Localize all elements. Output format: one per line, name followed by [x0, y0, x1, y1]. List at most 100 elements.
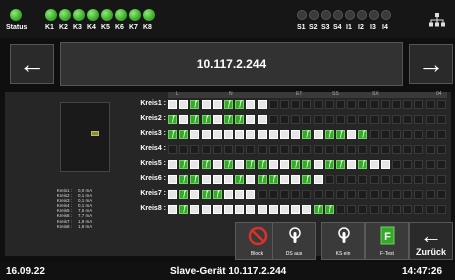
status-led: [10, 9, 22, 21]
input-label-i1: I1: [346, 24, 352, 31]
kreis-cell: [280, 190, 289, 199]
kreis-cell: [403, 175, 413, 184]
kreis-cell: [358, 100, 368, 109]
kreis-cell: [336, 159, 345, 169]
kreis-cell: [380, 115, 390, 124]
kreis-cell: [336, 190, 345, 199]
kreis-label-7: Kreis7 :: [140, 190, 166, 197]
kreis-cell: [168, 190, 177, 199]
kreis-cell: [291, 190, 301, 199]
kreis-cell: [380, 160, 390, 169]
kreis-cell: [414, 190, 424, 199]
kreis-cell: [392, 100, 401, 109]
kreis-cell: [280, 160, 289, 169]
kreis-cell: [246, 115, 256, 124]
kreis-cell: [201, 159, 211, 169]
f-test-button[interactable]: F F-Test: [365, 222, 409, 260]
relay-led-k5: [101, 9, 113, 21]
kreis-cell: [224, 175, 233, 184]
grid-header-tick: 04: [436, 91, 442, 97]
kreis-cell: [280, 100, 289, 109]
footer-time: 14:47:26: [402, 266, 443, 277]
kreis-cell: [235, 145, 245, 154]
relay-label-k4: K4: [87, 24, 96, 31]
kreis-cell: [324, 204, 334, 214]
kreis-cell: [347, 115, 357, 124]
kreis-cell: [201, 189, 211, 199]
relay-led-k1: [45, 9, 57, 21]
kreis-cell: [168, 114, 177, 124]
ds-aus-button[interactable]: DS aus: [272, 222, 316, 260]
kreis-cell: [414, 100, 424, 109]
kreis-cell: [201, 114, 211, 124]
kreis-label-1: Kreis1 :: [140, 100, 166, 107]
kreis-cell: [369, 160, 379, 169]
kreis-cell: [224, 114, 233, 124]
input-label-s2: S2: [309, 24, 318, 31]
relay-led-k2: [59, 9, 71, 21]
kreis-cell: [436, 160, 446, 169]
input-label-i3: I3: [370, 24, 376, 31]
kreis-cell: [347, 160, 357, 169]
kreis-cell: [179, 115, 189, 124]
kreis-cell: [246, 190, 256, 199]
kreis-cell: [268, 174, 278, 184]
kreis-cell: [257, 115, 267, 124]
kreis-cell: [313, 160, 323, 169]
kreis-cell: [403, 115, 413, 124]
relay-label-k8: K8: [143, 24, 152, 31]
kreis-cell: [268, 145, 278, 154]
kreis-cell: [257, 130, 267, 139]
kreis-cell: [369, 145, 379, 154]
kreis-cell: [403, 145, 413, 154]
kreis-label-8: Kreis8 :: [140, 205, 166, 212]
kreis-cell: [302, 190, 312, 199]
ks-ein-button[interactable]: KS ein: [321, 222, 365, 260]
kreis-cell: [179, 204, 189, 214]
kreis-cell: [190, 205, 200, 214]
input-led-i2: [357, 10, 367, 20]
kreis-cell: [425, 160, 435, 169]
prev-device-button[interactable]: ←: [10, 44, 54, 84]
kreis-cell: [246, 145, 256, 154]
kreis-cell: [436, 175, 446, 184]
kreis-cell: [324, 190, 334, 199]
kreis-cell: [212, 175, 222, 184]
kreis-cell: [336, 175, 345, 184]
kreis-cell: [358, 145, 368, 154]
kreis-cell: [291, 130, 301, 139]
kreis-cell: [380, 145, 390, 154]
kreis-cell: [168, 145, 177, 154]
kreis-cell: [190, 174, 200, 184]
kreis-cell: [313, 190, 323, 199]
kreis-cell: [268, 115, 278, 124]
kreis-cell: [235, 114, 245, 124]
next-device-button[interactable]: →: [409, 44, 453, 84]
kreis-cell: [313, 115, 323, 124]
kreis-label-4: Kreis4 :: [140, 145, 166, 152]
kreis-cell: [369, 100, 379, 109]
legend-name: Kreis8 :: [56, 223, 72, 229]
kreis-cell: [380, 205, 390, 214]
kreis-cell: [291, 205, 301, 214]
kreis-cell: [436, 115, 446, 124]
input-led-s3: [321, 10, 331, 20]
kreis-cell: [235, 99, 245, 109]
kreis-cell: [347, 205, 357, 214]
kreis-cell: [302, 115, 312, 124]
kreis-cell: [403, 190, 413, 199]
kreis-cell: [358, 159, 368, 169]
back-button[interactable]: ← Zurück: [409, 222, 453, 260]
arrow-left-icon: ←: [19, 48, 45, 79]
relay-led-k4: [87, 9, 99, 21]
kreis-cell: [291, 159, 301, 169]
svg-text:F: F: [384, 231, 391, 243]
device-address-title: 10.117.2.244: [60, 42, 403, 86]
kreis-cell: [201, 205, 211, 214]
input-led-i4: [381, 10, 391, 20]
kreis-cell: [201, 145, 211, 154]
kreis-cell: [369, 130, 379, 139]
kreis-cell: [257, 174, 267, 184]
f-test-icon: F: [380, 226, 395, 245]
kreis-cell: [291, 100, 301, 109]
